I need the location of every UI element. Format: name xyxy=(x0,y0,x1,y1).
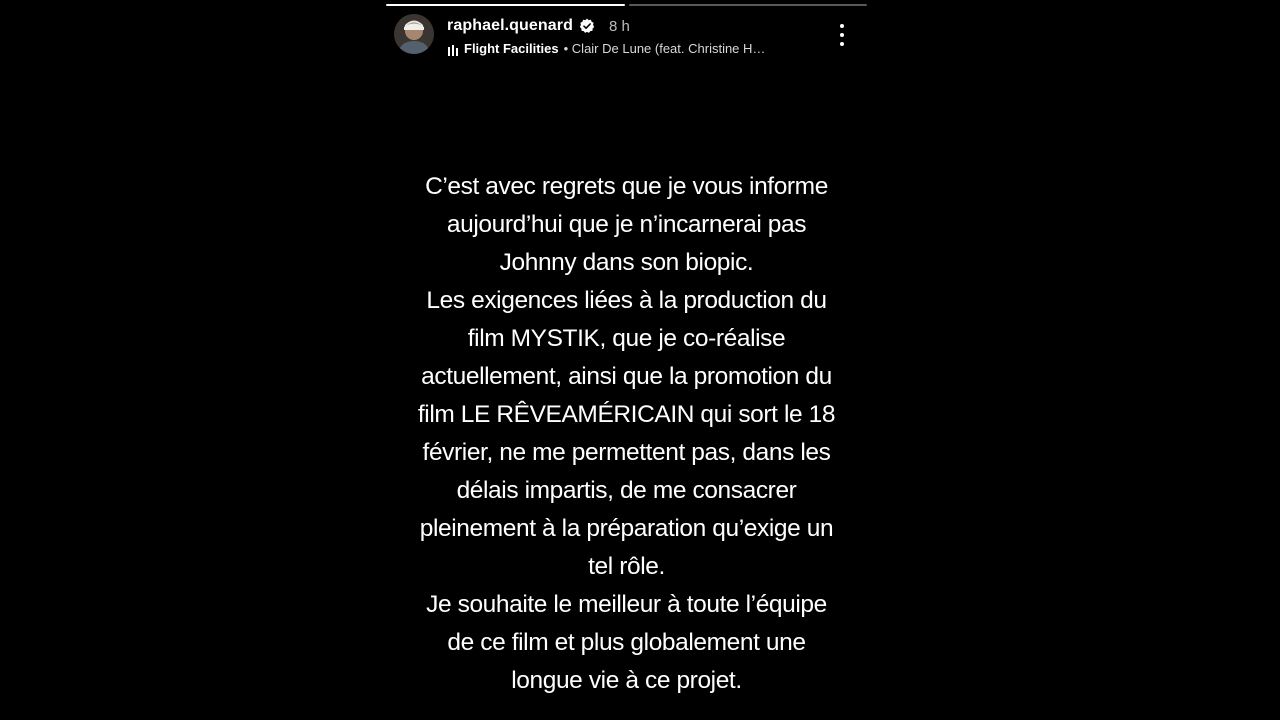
message-line: délais impartis, de me consacrer xyxy=(456,477,797,504)
progress-segment xyxy=(628,4,867,6)
story-progress xyxy=(386,4,867,6)
dot xyxy=(840,42,844,46)
verified-badge-icon xyxy=(579,18,595,34)
message-line: actuellement, ainsi que la promotion du xyxy=(421,363,832,390)
message-line: tel rôle. xyxy=(588,553,665,580)
message-line: Je souhaite le meilleur à toute l’équipe xyxy=(426,591,827,618)
stage: raphael.quenard 8 h Flight Facilities • … xyxy=(0,0,1280,720)
message-line: février, ne me permettent pas, dans les xyxy=(422,439,831,466)
message-line: pleinement à la préparation qu’exige un xyxy=(419,515,834,542)
message-line: aujourd’hui que je n’incarnerai pas xyxy=(446,211,807,238)
user-row: raphael.quenard 8 h xyxy=(447,16,630,36)
message-line: Johnny dans son biopic. xyxy=(499,249,754,276)
message-line: de ce film et plus globalement une xyxy=(447,629,806,656)
story-message: C’est avec regrets que je vous informe a… xyxy=(386,168,867,700)
music-attribution[interactable]: Flight Facilities • Clair De Lune (feat.… xyxy=(447,39,765,57)
message-line: C’est avec regrets que je vous informe xyxy=(425,173,828,200)
equalizer-icon xyxy=(447,43,459,56)
avatar-image xyxy=(394,14,434,54)
dot xyxy=(840,33,844,37)
story-header: raphael.quenard 8 h Flight Facilities • … xyxy=(394,14,859,58)
username[interactable]: raphael.quenard xyxy=(447,17,573,35)
more-options-icon[interactable] xyxy=(835,24,849,46)
dot xyxy=(840,24,844,28)
music-artist: Flight Facilities xyxy=(464,40,559,56)
progress-segment xyxy=(386,4,625,6)
music-track: • Clair De Lune (feat. Christine H… xyxy=(563,40,766,56)
message-line: longue vie à ce projet. xyxy=(511,667,742,694)
message-line: Les exigences liées à la production du xyxy=(426,287,827,314)
story-viewer[interactable]: raphael.quenard 8 h Flight Facilities • … xyxy=(386,0,867,720)
message-line: film LE RÊVEAMÉRICAIN qui sort le 18 xyxy=(417,401,836,428)
post-time: 8 h xyxy=(608,17,630,35)
message-line: film MYSTIK, que je co-réalise xyxy=(467,325,786,352)
avatar[interactable] xyxy=(394,14,434,54)
progress-fill xyxy=(386,4,625,6)
